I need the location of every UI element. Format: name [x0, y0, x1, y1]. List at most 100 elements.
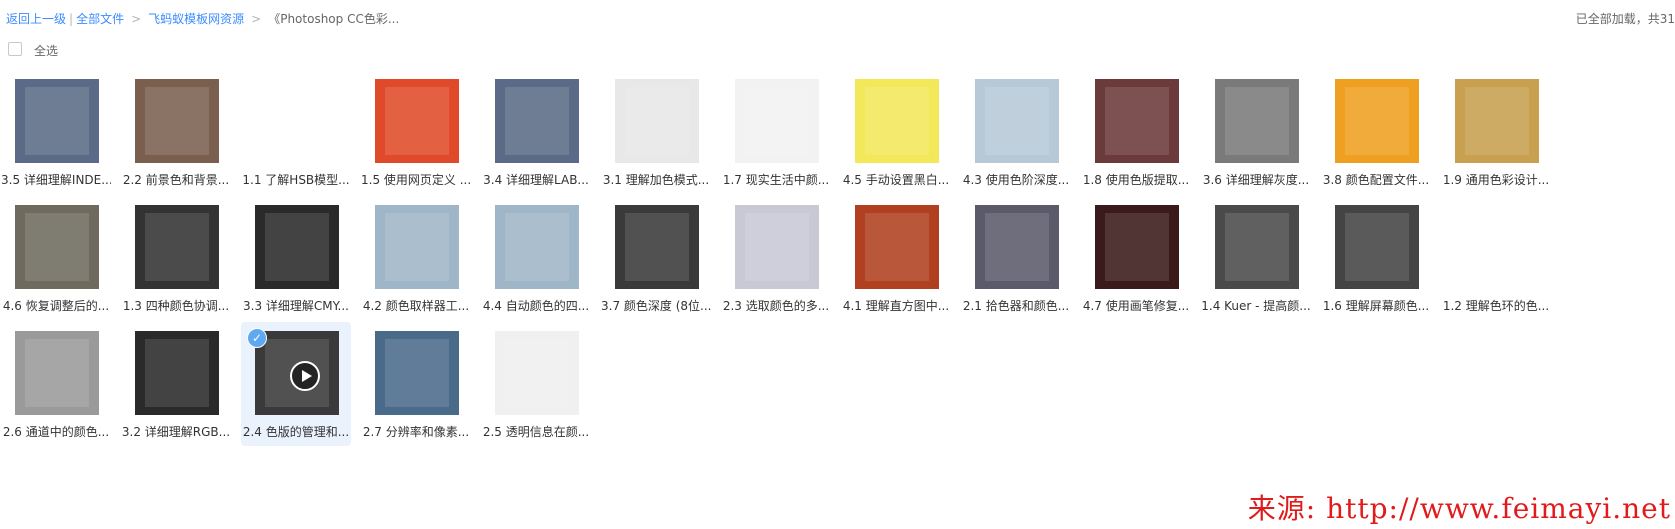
- file-name[interactable]: 1.1 了解HSB模型...: [241, 171, 351, 188]
- breadcrumb-folder[interactable]: 飞蚂蚁模板网资源: [148, 12, 244, 26]
- file-item[interactable]: 1.5 使用网页定义 ...: [361, 70, 471, 194]
- file-thumbnail[interactable]: [975, 79, 1059, 163]
- file-item[interactable]: ✓ 2.4 色版的管理和...: [241, 322, 351, 446]
- file-item[interactable]: 1.6 理解屏幕颜色...: [1321, 196, 1431, 320]
- file-thumbnail[interactable]: [1095, 79, 1179, 163]
- file-item[interactable]: 3.7 颜色深度 (8位...: [601, 196, 711, 320]
- file-thumbnail[interactable]: [375, 205, 459, 289]
- file-thumbnail[interactable]: [1215, 205, 1299, 289]
- file-thumbnail[interactable]: [855, 205, 939, 289]
- file-thumbnail[interactable]: [375, 331, 459, 415]
- file-thumbnail[interactable]: [1215, 79, 1299, 163]
- file-item[interactable]: 2.7 分辨率和像素...: [361, 322, 471, 446]
- file-item[interactable]: 3.3 详细理解CMY...: [241, 196, 351, 320]
- file-thumbnail[interactable]: [375, 79, 459, 163]
- file-item[interactable]: 2.5 透明信息在颜...: [481, 322, 591, 446]
- file-thumbnail[interactable]: [495, 205, 579, 289]
- file-name[interactable]: 1.9 通用色彩设计...: [1441, 171, 1551, 188]
- file-thumbnail[interactable]: [615, 205, 699, 289]
- file-thumbnail[interactable]: [255, 79, 339, 163]
- file-name[interactable]: 1.7 现实生活中颜...: [721, 171, 831, 188]
- file-name[interactable]: 2.6 通道中的颜色...: [1, 423, 111, 440]
- file-name[interactable]: 1.6 理解屏幕颜色...: [1321, 297, 1431, 314]
- top-bar: 返回上一级 | 全部文件 > 飞蚂蚁模板网资源 > 《Photoshop CC色彩... 已…: [0, 0, 1675, 36]
- file-item[interactable]: 4.4 自动颜色的四...: [481, 196, 591, 320]
- file-item[interactable]: 1.1 了解HSB模型...: [241, 70, 351, 194]
- file-item[interactable]: 1.9 通用色彩设计...: [1441, 70, 1551, 194]
- file-name[interactable]: 1.4 Kuer - 提高颜...: [1201, 297, 1311, 314]
- file-name[interactable]: 4.7 使用画笔修复...: [1081, 297, 1191, 314]
- file-name[interactable]: 3.5 详细理解INDE...: [1, 171, 111, 188]
- play-icon[interactable]: [290, 361, 320, 391]
- file-item[interactable]: 2.3 选取颜色的多...: [721, 196, 831, 320]
- file-thumbnail[interactable]: [735, 79, 819, 163]
- file-thumbnail[interactable]: [1335, 79, 1419, 163]
- file-item[interactable]: 4.3 使用色阶深度...: [961, 70, 1071, 194]
- back-link[interactable]: 返回上一级: [6, 12, 66, 26]
- file-item[interactable]: 4.2 颜色取样器工...: [361, 196, 471, 320]
- selected-check-icon[interactable]: ✓: [247, 328, 267, 348]
- file-thumbnail[interactable]: [135, 205, 219, 289]
- file-thumbnail[interactable]: [495, 331, 579, 415]
- file-name[interactable]: 2.3 选取颜色的多...: [721, 297, 831, 314]
- file-thumbnail[interactable]: [1455, 79, 1539, 163]
- file-item[interactable]: 3.5 详细理解INDE...: [1, 70, 111, 194]
- file-item[interactable]: 3.4 详细理解LAB...: [481, 70, 591, 194]
- file-item[interactable]: 4.7 使用画笔修复...: [1081, 196, 1191, 320]
- file-thumbnail[interactable]: [255, 205, 339, 289]
- file-thumbnail[interactable]: [1335, 205, 1419, 289]
- file-thumbnail[interactable]: [135, 331, 219, 415]
- file-item[interactable]: 3.2 详细理解RGB...: [121, 322, 231, 446]
- file-thumbnail[interactable]: [975, 205, 1059, 289]
- file-item[interactable]: 4.1 理解直方图中...: [841, 196, 951, 320]
- file-item[interactable]: 4.5 手动设置黑白...: [841, 70, 951, 194]
- file-thumbnail[interactable]: [15, 331, 99, 415]
- file-item[interactable]: 4.6 恢复调整后的...: [1, 196, 111, 320]
- file-name[interactable]: 1.2 理解色环的色...: [1441, 297, 1551, 314]
- file-name[interactable]: 4.2 颜色取样器工...: [361, 297, 471, 314]
- file-name[interactable]: 4.4 自动颜色的四...: [481, 297, 591, 314]
- file-item[interactable]: 1.2 理解色环的色...: [1441, 196, 1551, 320]
- file-item[interactable]: 1.4 Kuer - 提高颜...: [1201, 196, 1311, 320]
- file-item[interactable]: 2.6 通道中的颜色...: [1, 322, 111, 446]
- file-name[interactable]: 1.5 使用网页定义 ...: [361, 171, 471, 188]
- file-name[interactable]: 2.2 前景色和背景...: [121, 171, 231, 188]
- file-item[interactable]: 3.6 详细理解灰度...: [1201, 70, 1311, 194]
- file-name[interactable]: 3.1 理解加色模式...: [601, 171, 711, 188]
- file-name[interactable]: 2.4 色版的管理和...: [241, 423, 351, 440]
- file-thumbnail[interactable]: [1455, 205, 1539, 289]
- file-item[interactable]: 2.1 拾色器和颜色...: [961, 196, 1071, 320]
- file-thumbnail[interactable]: [615, 79, 699, 163]
- file-name[interactable]: 2.1 拾色器和颜色...: [961, 297, 1071, 314]
- file-name[interactable]: 2.5 透明信息在颜...: [481, 423, 591, 440]
- file-thumbnail[interactable]: [135, 79, 219, 163]
- file-name[interactable]: 4.5 手动设置黑白...: [841, 171, 951, 188]
- file-item[interactable]: 3.1 理解加色模式...: [601, 70, 711, 194]
- file-name[interactable]: 3.8 颜色配置文件...: [1321, 171, 1431, 188]
- file-thumbnail[interactable]: [15, 205, 99, 289]
- file-thumbnail[interactable]: [495, 79, 579, 163]
- file-item[interactable]: 1.7 现实生活中颜...: [721, 70, 831, 194]
- file-thumbnail[interactable]: [15, 79, 99, 163]
- file-name[interactable]: 1.8 使用色版提取...: [1081, 171, 1191, 188]
- file-name[interactable]: 2.7 分辨率和像素...: [361, 423, 471, 440]
- file-thumbnail[interactable]: [255, 331, 339, 415]
- select-all-checkbox[interactable]: [8, 42, 22, 56]
- file-name[interactable]: 3.6 详细理解灰度...: [1201, 171, 1311, 188]
- file-item[interactable]: 1.8 使用色版提取...: [1081, 70, 1191, 194]
- file-name[interactable]: 4.6 恢复调整后的...: [1, 297, 111, 314]
- file-item[interactable]: 3.8 颜色配置文件...: [1321, 70, 1431, 194]
- file-item[interactable]: 1.3 四种颜色协调...: [121, 196, 231, 320]
- file-thumbnail[interactable]: [735, 205, 819, 289]
- file-name[interactable]: 3.7 颜色深度 (8位...: [601, 297, 711, 314]
- file-name[interactable]: 3.2 详细理解RGB...: [121, 423, 231, 440]
- file-name[interactable]: 4.1 理解直方图中...: [841, 297, 951, 314]
- file-name[interactable]: 4.3 使用色阶深度...: [961, 171, 1071, 188]
- file-item[interactable]: 2.2 前景色和背景...: [121, 70, 231, 194]
- file-name[interactable]: 1.3 四种颜色协调...: [121, 297, 231, 314]
- breadcrumb-all-files[interactable]: 全部文件: [76, 12, 124, 26]
- file-thumbnail[interactable]: [855, 79, 939, 163]
- file-name[interactable]: 3.4 详细理解LAB...: [481, 171, 591, 188]
- file-thumbnail[interactable]: [1095, 205, 1179, 289]
- file-name[interactable]: 3.3 详细理解CMY...: [241, 297, 351, 314]
